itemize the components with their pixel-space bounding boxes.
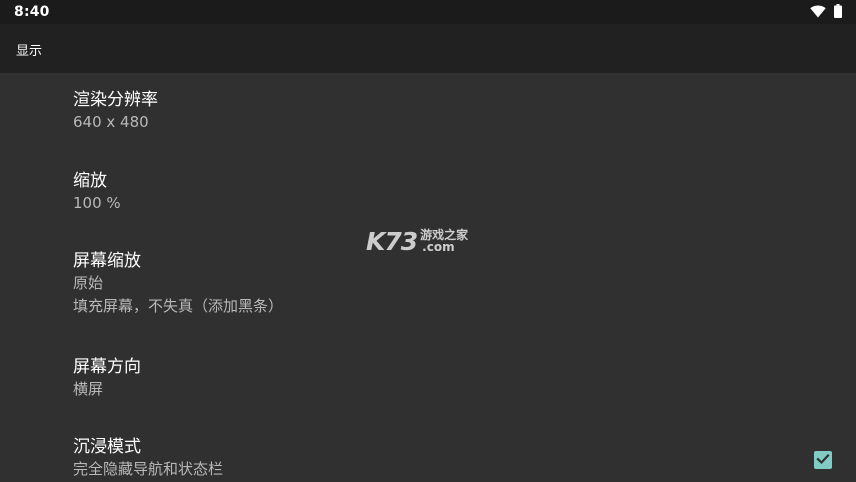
checkmark-icon <box>816 451 830 470</box>
pref-summary: 640 x 480 <box>73 113 149 131</box>
pref-screen-scaling[interactable]: 屏幕缩放 原始 填充屏幕，不失真（添加黑条） <box>73 250 793 318</box>
pref-title: 缩放 <box>73 171 107 191</box>
pref-zoom[interactable]: 缩放 100 % <box>73 170 793 215</box>
pref-screen-orientation[interactable]: 屏幕方向 横屏 <box>73 356 793 401</box>
pref-summary-detail: 填充屏幕，不失真（添加黑条） <box>73 297 284 315</box>
pref-title: 屏幕方向 <box>73 357 141 377</box>
immersive-mode-checkbox[interactable] <box>814 451 832 469</box>
pref-title: 沉浸模式 <box>73 437 141 457</box>
watermark-logo: K73 <box>366 226 418 256</box>
app-bar: 显示 <box>0 24 856 73</box>
wifi-icon <box>810 3 826 22</box>
status-time: 8:40 <box>14 4 50 20</box>
status-bar: 8:40 <box>0 0 856 24</box>
preferences-list: 渲染分辨率 640 x 480 缩放 100 % 屏幕缩放 原始 填充屏幕，不失… <box>0 73 856 482</box>
page-title: 显示 <box>16 44 43 59</box>
pref-immersive-mode[interactable]: 沉浸模式 完全隐藏导航和状态栏 <box>73 436 793 481</box>
pref-summary: 原始 <box>73 274 104 292</box>
pref-summary: 100 % <box>73 194 121 212</box>
pref-summary: 横屏 <box>73 380 104 398</box>
pref-summary: 完全隐藏导航和状态栏 <box>73 460 224 478</box>
pref-render-resolution[interactable]: 渲染分辨率 640 x 480 <box>73 89 793 134</box>
battery-icon <box>834 3 842 22</box>
pref-title: 渲染分辨率 <box>73 90 158 110</box>
watermark: K73 游戏之家 .com <box>366 226 496 256</box>
status-icons <box>810 3 842 22</box>
watermark-domain: .com <box>422 240 455 254</box>
watermark-text: 游戏之家 .com <box>420 229 468 253</box>
